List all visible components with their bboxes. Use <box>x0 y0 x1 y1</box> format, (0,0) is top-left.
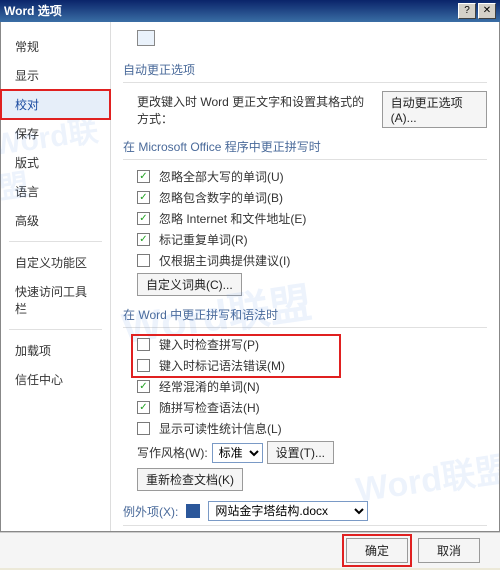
check-flag-repeated[interactable]: 标记重复单词(R) <box>137 231 487 248</box>
sidebar-item-customize-ribbon[interactable]: 自定义功能区 <box>1 248 110 277</box>
content-panel[interactable]: Word联盟 Word联盟 自动更正选项 更改键入时 Word 更正文字和设置其… <box>111 22 499 531</box>
section-exceptions: 例外项(X): 网站金字塔结构.docx <box>123 495 487 526</box>
checkbox[interactable] <box>137 233 150 246</box>
window-title: Word 选项 <box>4 0 62 22</box>
cancel-button[interactable]: 取消 <box>418 538 480 563</box>
window-controls: ? ✕ <box>458 3 496 19</box>
writing-style-label: 写作风格(W): <box>137 444 208 461</box>
autocorrect-row: 更改键入时 Word 更正文字和设置其格式的方式： 自动更正选项(A)... <box>137 91 487 128</box>
sidebar-divider <box>9 241 102 242</box>
autocorrect-options-button[interactable]: 自动更正选项(A)... <box>382 91 487 128</box>
checkbox[interactable] <box>137 401 150 414</box>
word-doc-icon <box>186 504 200 518</box>
check-ignore-numbers[interactable]: 忽略包含数字的单词(B) <box>137 189 487 206</box>
check-label: 随拼写检查语法(H) <box>159 399 260 416</box>
check-label: 标记重复单词(R) <box>159 231 248 248</box>
checkbox[interactable] <box>137 212 150 225</box>
checkbox[interactable] <box>137 254 150 267</box>
check-label: 仅根据主词典提供建议(I) <box>159 252 290 269</box>
checkbox[interactable] <box>137 170 150 183</box>
check-confused-words[interactable]: 经常混淆的单词(N) <box>137 378 487 395</box>
checkbox[interactable] <box>137 191 150 204</box>
check-label: 忽略包含数字的单词(B) <box>159 189 283 206</box>
check-grammar-as-type[interactable]: 键入时标记语法错误(M) <box>137 357 487 374</box>
sidebar-item-general[interactable]: 常规 <box>1 32 110 61</box>
sidebar: Word联盟 常规 显示 校对 保存 版式 语言 高级 自定义功能区 快速访问工… <box>1 22 111 531</box>
check-label: 经常混淆的单词(N) <box>159 378 260 395</box>
help-button[interactable]: ? <box>458 3 476 19</box>
banner-icon-row <box>137 30 487 49</box>
writing-style-select[interactable]: 标准 <box>212 443 263 463</box>
custom-dictionaries-button[interactable]: 自定义词典(C)... <box>137 273 242 296</box>
checkbox[interactable] <box>137 422 150 435</box>
titlebar: Word 选项 ? ✕ <box>0 0 500 22</box>
autocorrect-label: 更改键入时 Word 更正文字和设置其格式的方式： <box>137 93 372 127</box>
proofing-icon <box>137 30 155 46</box>
check-main-dict-only[interactable]: 仅根据主词典提供建议(I) <box>137 252 487 269</box>
section-office-title: 在 Microsoft Office 程序中更正拼写时 <box>123 132 487 160</box>
exceptions-label: 例外项(X): <box>123 503 178 520</box>
sidebar-divider <box>9 329 102 330</box>
sidebar-item-qat[interactable]: 快速访问工具栏 <box>1 277 110 323</box>
check-label: 键入时检查拼写(P) <box>159 336 259 353</box>
sidebar-item-advanced[interactable]: 高级 <box>1 206 110 235</box>
writing-style-settings-button[interactable]: 设置(T)... <box>267 441 334 464</box>
sidebar-item-proofing[interactable]: 校对 <box>1 90 110 119</box>
check-ignore-internet[interactable]: 忽略 Internet 和文件地址(E) <box>137 210 487 227</box>
check-ignore-uppercase[interactable]: 忽略全部大写的单词(U) <box>137 168 487 185</box>
exceptions-doc-select[interactable]: 网站金字塔结构.docx <box>208 501 368 521</box>
sidebar-item-save[interactable]: 保存 <box>1 119 110 148</box>
close-button[interactable]: ✕ <box>478 3 496 19</box>
ok-button[interactable]: 确定 <box>346 538 408 563</box>
check-label: 显示可读性统计信息(L) <box>159 420 282 437</box>
check-readability-stats[interactable]: 显示可读性统计信息(L) <box>137 420 487 437</box>
sidebar-item-trust[interactable]: 信任中心 <box>1 365 110 394</box>
check-label: 忽略全部大写的单词(U) <box>159 168 284 185</box>
recheck-document-button[interactable]: 重新检查文档(K) <box>137 468 243 491</box>
sidebar-item-language[interactable]: 语言 <box>1 177 110 206</box>
checkbox[interactable] <box>137 359 150 372</box>
check-grammar-with-spelling[interactable]: 随拼写检查语法(H) <box>137 399 487 416</box>
sidebar-item-display[interactable]: 显示 <box>1 61 110 90</box>
sidebar-item-addins[interactable]: 加载项 <box>1 336 110 365</box>
checkbox[interactable] <box>137 338 150 351</box>
check-label: 忽略 Internet 和文件地址(E) <box>159 210 306 227</box>
sidebar-item-layout[interactable]: 版式 <box>1 148 110 177</box>
section-word-title: 在 Word 中更正拼写和语法时 <box>123 300 487 328</box>
checkbox[interactable] <box>137 380 150 393</box>
section-autocorrect-title: 自动更正选项 <box>123 55 487 83</box>
check-spelling-as-type[interactable]: 键入时检查拼写(P) <box>137 336 487 353</box>
dialog-footer: 确定 取消 <box>0 532 500 568</box>
writing-style-row: 写作风格(W): 标准 设置(T)... <box>137 441 487 464</box>
check-label: 键入时标记语法错误(M) <box>159 357 285 374</box>
